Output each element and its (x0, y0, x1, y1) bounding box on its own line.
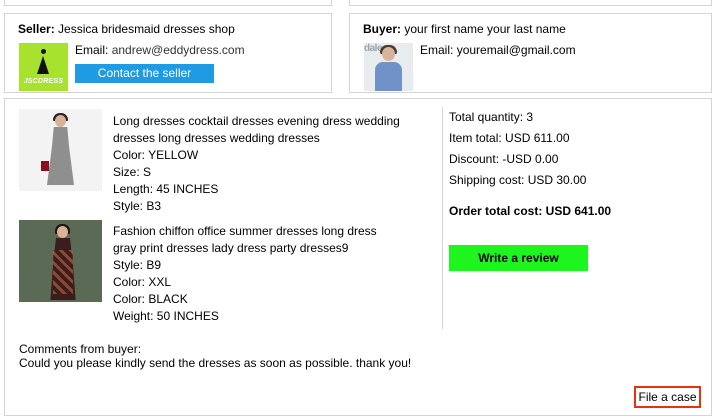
seller-line: Seller: Jessica bridesmaid dresses shop (18, 22, 235, 36)
model-head (55, 115, 66, 127)
order-total: Order total cost: USD 641.00 (449, 204, 612, 218)
vertical-divider (442, 107, 443, 329)
buyer-comments: Comments from buyer: Could you please ki… (19, 342, 411, 370)
buyer-email: youremail@gmail.com (456, 43, 576, 57)
buyer-avatar: dale (364, 43, 413, 91)
buyer-panel: Buyer: your first name your last name da… (349, 13, 712, 93)
seller-email-line: Email: andrew@eddydress.com (75, 43, 245, 57)
item-2-details: Fashion chiffon office summer dresses lo… (113, 223, 403, 325)
logo-figure-dress (37, 56, 49, 74)
item-2-image[interactable] (19, 220, 102, 302)
item-1-attr: Color: YELLOW (113, 148, 199, 162)
previous-panel-edge-right (349, 0, 712, 6)
contact-seller-button[interactable]: Contact the seller (75, 64, 214, 83)
buyer-email-label: Email: (420, 43, 454, 57)
item-1-attr: Length: 45 INCHES (113, 182, 219, 196)
seller-logo: JSCDRESS (19, 43, 68, 91)
seller-panel: Seller: Jessica bridesmaid dresses shop … (4, 13, 332, 93)
logo-figure-head (41, 49, 46, 54)
dress-pattern (53, 250, 73, 294)
order-panel: Long dresses cocktail dresses evening dr… (4, 98, 712, 416)
item-2-attr: Style: B9 (113, 258, 162, 272)
file-case-button[interactable]: File a case (634, 386, 701, 408)
discount: Discount: -USD 0.00 (449, 152, 559, 166)
avatar-dress (375, 62, 402, 91)
item-1-attr: Size: S (113, 165, 152, 179)
item-1-attr: Style: B3 (113, 199, 162, 213)
buyer-line: Buyer: your first name your last name (363, 22, 566, 36)
previous-panel-edge-left (4, 0, 332, 6)
item-2-title[interactable]: Fashion chiffon office summer dresses lo… (113, 223, 403, 257)
buyer-name: your first name your last name (404, 22, 566, 36)
item-total: Item total: USD 611.00 (449, 131, 570, 145)
buyer-label: Buyer: (363, 22, 402, 36)
item-1-details: Long dresses cocktail dresses evening dr… (113, 113, 403, 215)
seller-name: Jessica bridesmaid dresses shop (58, 22, 235, 36)
seller-email: andrew@eddydress.com (111, 43, 245, 57)
write-review-button[interactable]: Write a review (449, 245, 588, 271)
seller-email-label: Email: (75, 43, 109, 57)
seller-label: Seller: (18, 22, 55, 36)
logo-text: JSCDRESS (23, 78, 64, 85)
comments-label: Comments from buyer: (19, 342, 142, 356)
item-1-title[interactable]: Long dresses cocktail dresses evening dr… (113, 113, 403, 147)
comments-text: Could you please kindly send the dresses… (19, 356, 412, 370)
handbag (41, 161, 49, 171)
item-1-image[interactable] (19, 109, 102, 191)
item-2-attr: Color: BLACK (113, 292, 188, 306)
item-2-attr: Weight: 50 INCHES (113, 309, 219, 323)
buyer-email-line: Email: youremail@gmail.com (420, 43, 576, 57)
item-2-attr: Color: XXL (113, 275, 172, 289)
dress-shape (47, 127, 74, 185)
total-quantity: Total quantity: 3 (449, 110, 534, 124)
avatar-head (382, 47, 395, 61)
model-head (57, 226, 68, 238)
top-strip (0, 0, 715, 6)
shipping-cost: Shipping cost: USD 30.00 (449, 173, 587, 187)
